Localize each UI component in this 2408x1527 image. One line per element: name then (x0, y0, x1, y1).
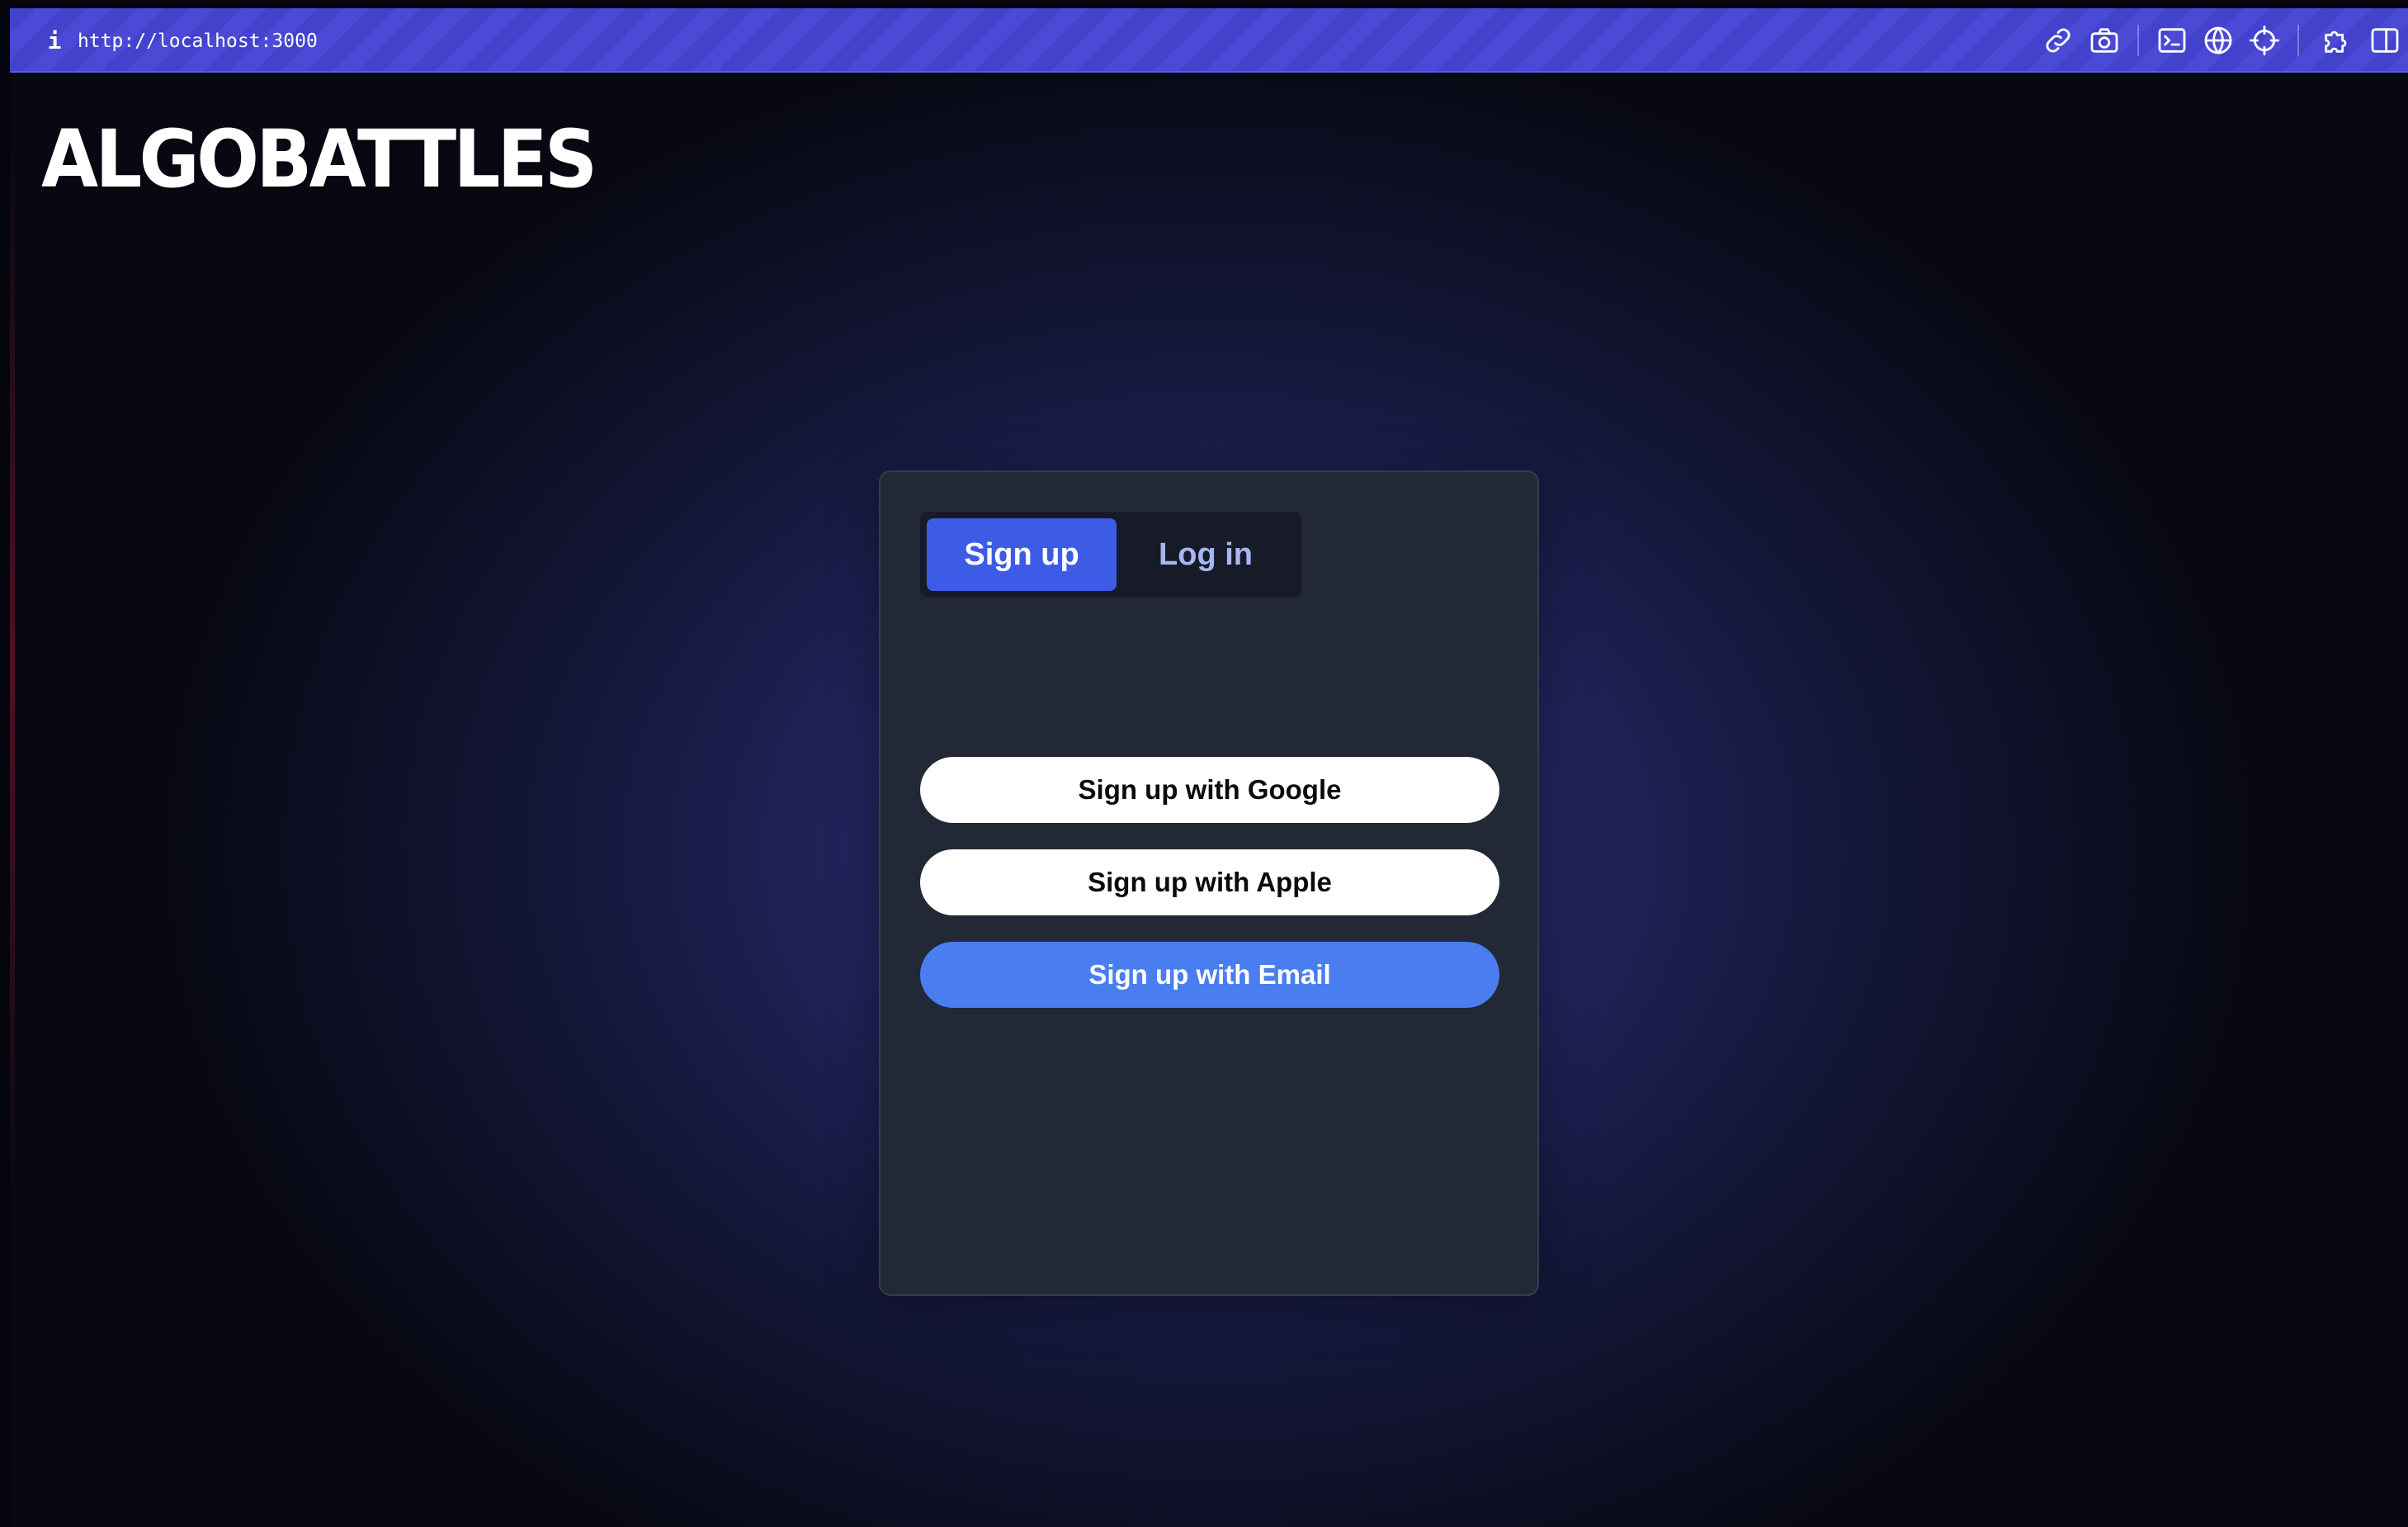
globe-icon[interactable] (2202, 24, 2235, 57)
edge-glow (10, 132, 15, 1205)
browser-window: i http://localhost:3000 ALGOBATTLES Sign… (10, 8, 2408, 1527)
url-field[interactable]: http://localhost:3000 (78, 25, 318, 58)
toolbar-separator (2137, 25, 2139, 56)
puzzle-icon[interactable] (2321, 24, 2354, 57)
split-view-icon[interactable] (2368, 24, 2401, 57)
brand-logo[interactable]: ALGOBATTLES (41, 120, 597, 199)
signup-google-button[interactable]: Sign up with Google (920, 757, 1499, 823)
auth-tabs: Sign up Log in (920, 512, 1301, 598)
crosshair-icon[interactable] (2248, 24, 2281, 57)
browser-toolbar: i http://localhost:3000 (10, 8, 2408, 73)
toolbar-separator (2297, 25, 2299, 56)
tab-signup[interactable]: Sign up (927, 518, 1117, 591)
signup-apple-button[interactable]: Sign up with Apple (920, 849, 1499, 915)
auth-card: Sign up Log in Sign up with Google Sign … (879, 470, 1539, 1296)
tab-login[interactable]: Log in (1117, 518, 1295, 591)
link-icon[interactable] (2042, 24, 2075, 57)
signup-email-button[interactable]: Sign up with Email (920, 942, 1499, 1008)
terminal-icon[interactable] (2155, 24, 2188, 57)
info-icon[interactable]: i (38, 25, 71, 58)
camera-icon[interactable] (2088, 24, 2121, 57)
